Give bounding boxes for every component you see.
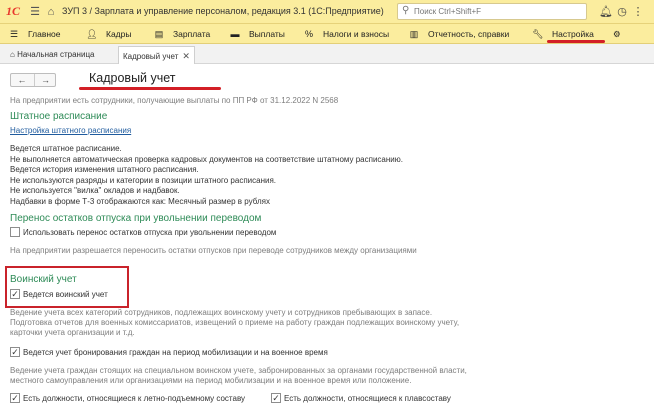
staffing-line: Не выполняется автоматическая проверка к… [10,155,403,164]
page-title: Кадровый учет [89,71,176,85]
flight-crew-checkbox[interactable]: ✓ Есть должности, относящиеся к летно-под… [10,393,245,405]
close-icon[interactable]: ✕ [182,51,190,61]
percent-icon: % [304,29,313,39]
forward-arrow-icon[interactable]: → [34,74,56,86]
history-icon[interactable]: ◷ [614,4,630,20]
military-accounting-checkbox[interactable]: ✓ Ведется воинский учет [10,289,108,301]
menu-icon: ☰ [9,29,19,39]
vacation-heading: Перенос остатков отпуска при увольнении … [10,213,262,224]
menu-item-hr[interactable]: 👤︎ Кадры [86,24,131,44]
staffing-line: Не используется "вилка" окладов и надбав… [10,186,180,195]
checkbox-unchecked[interactable] [10,227,20,237]
tab-home[interactable]: ⌂ Начальная страница [6,46,98,64]
reservation-desc: Ведение учета граждан стоящих на специал… [10,366,467,375]
military-desc: Подготовка отчетов для военных комиссари… [10,318,460,327]
title-underline [79,87,221,90]
military-desc: карточки учета организации и т.д. [10,328,135,337]
search-box[interactable]: ⚲ [397,3,587,20]
staffing-heading: Штатное расписание [10,111,108,122]
vacation-note: На предприятии разрешается переносить ос… [10,246,417,255]
people-icon: 👤︎ [86,29,98,39]
title-bar: 1С ☰ ⌂ ЗУП 3 / Зарплата и управление пер… [0,0,654,24]
reservation-desc: местного самоуправления или организациям… [10,376,412,385]
menu-icon[interactable]: ☰ [28,5,42,19]
checkmark-icon[interactable]: ✓ [10,347,20,357]
menu-item-payments[interactable]: ▬ Выплаты [229,24,285,44]
staffing-line: Ведется штатное расписание. [10,144,122,153]
window-title: ЗУП 3 / Зарплата и управление персоналом… [62,6,384,16]
checkmark-icon[interactable]: ✓ [10,393,20,403]
menu-item-reports[interactable]: ▥ Отчетность, справки [408,24,510,44]
money-icon: ▤ [154,29,164,39]
staffing-settings-link[interactable]: Настройка штатного расписания [10,126,131,135]
tab-bar: ⌂ Начальная страница Кадровый учет ✕ [0,44,654,64]
checkmark-icon[interactable]: ✓ [10,289,20,299]
menu-item-taxes[interactable]: % Налоги и взносы [303,24,389,44]
staffing-line: Не используются разряды и категории в по… [10,176,277,185]
menu-item-main[interactable]: ☰ Главное [8,24,61,44]
back-arrow-icon[interactable]: ← [11,74,33,86]
tab-hr-accounting[interactable]: Кадровый учет ✕ [118,46,195,64]
ship-crew-checkbox[interactable]: ✓ Есть должности, относящиеся к плавсоста… [271,393,451,405]
info-text: На предприятии есть сотрудники, получающ… [10,96,339,105]
settings-highlight-underline [547,40,605,43]
staffing-line: Ведется история изменения штатного распи… [10,165,199,174]
wrench-icon: 🔧︎ [532,29,544,39]
staffing-line: Надбавки в форме Т-3 отображаются как: М… [10,197,270,206]
gear-icon[interactable]: ⚙ [613,24,621,44]
bell-icon[interactable]: 🔔︎ [598,4,614,20]
home-icon[interactable]: ⌂ [44,5,58,19]
search-input[interactable] [414,5,584,18]
more-icon[interactable]: ⋮ [630,4,646,20]
wallet-icon: ▬ [230,29,240,39]
home-icon: ⌂ [10,50,18,59]
military-highlight-frame [5,266,129,308]
reservation-checkbox[interactable]: ✓ Ведется учет бронирования граждан на пе… [10,347,328,359]
search-icon: ⚲ [402,5,410,16]
vacation-transfer-checkbox[interactable]: Использовать перенос остатков отпуска пр… [10,227,276,239]
menu-item-salary[interactable]: ▤ Зарплата [153,24,210,44]
report-icon: ▥ [409,29,419,39]
nav-buttons: ← → [10,73,56,87]
military-desc: Ведение учета всех категорий сотрудников… [10,308,433,317]
military-heading: Воинский учет [10,274,77,285]
checkmark-icon[interactable]: ✓ [271,393,281,403]
1c-logo: 1С [6,4,21,18]
